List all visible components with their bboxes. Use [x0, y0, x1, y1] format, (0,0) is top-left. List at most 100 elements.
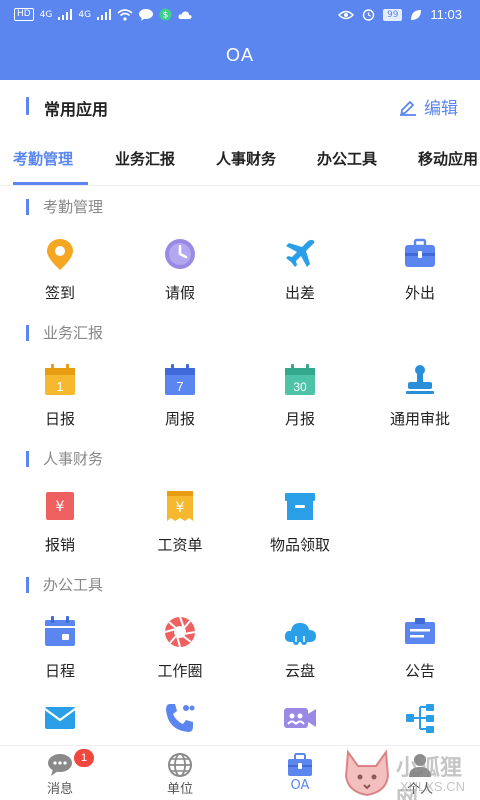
app-label: 通用审批 [389, 410, 450, 428]
cloud-icon [284, 623, 316, 645]
calendar-number: 7 [176, 379, 183, 394]
tab-business-report[interactable]: 业务汇报 [115, 148, 175, 169]
signal-1-label: 4G [39, 9, 53, 20]
watermark: 小狐狸网 XHLXS.CN [340, 748, 480, 800]
app-video-meeting[interactable] [240, 700, 360, 740]
app-phone-contacts[interactable] [120, 700, 240, 740]
app-cloud-drive[interactable]: 云盘 [240, 614, 360, 694]
globe-icon [168, 753, 192, 777]
app-notification-icon: $ [159, 8, 172, 21]
calendar-1-icon: 1 [45, 364, 75, 395]
status-bar: HD 4G 4G $ 99 11:03 [0, 0, 480, 30]
airplane-icon [286, 239, 315, 267]
wifi-icon [117, 8, 133, 21]
signal-icon [58, 9, 73, 20]
eye-icon [337, 10, 354, 19]
edit-button[interactable]: 编辑 [398, 94, 458, 119]
video-meeting-icon [284, 708, 316, 728]
nav-label: 单位 [166, 782, 193, 797]
tab-hr-finance[interactable]: 人事财务 [216, 148, 276, 169]
message-icon [139, 8, 154, 21]
yuan-symbol: ¥ [176, 500, 185, 516]
section-accent [26, 451, 29, 467]
mail-icon [44, 707, 76, 729]
watermark-subtext: XHLXS.CN [400, 779, 466, 794]
reimburse-icon: ¥ [46, 492, 74, 520]
battery-indicator: 99 [382, 8, 403, 21]
section-accent [26, 325, 29, 341]
app-monthly-report[interactable]: 30 月报 [240, 362, 360, 442]
svg-text:$: $ [163, 11, 169, 21]
clock: 11:03 [430, 7, 462, 22]
nav-organization[interactable]: 单位 [120, 746, 240, 800]
location-pin-icon [47, 239, 73, 270]
app-check-in[interactable]: 签到 [0, 236, 120, 316]
section-header-business-report: 业务汇报 [0, 322, 480, 346]
calendar-number: 1 [56, 379, 63, 394]
tab-attendance[interactable]: 考勤管理 [13, 148, 73, 169]
section-header-office-tools: 办公工具 [0, 574, 480, 598]
section-title: 人事财务 [43, 450, 104, 468]
app-notice[interactable]: 公告 [360, 614, 480, 694]
app-work-circle[interactable]: 工作圈 [120, 614, 240, 694]
app-mail[interactable] [0, 700, 120, 740]
section-header-hr-finance: 人事财务 [0, 448, 480, 472]
org-chart-icon [406, 704, 434, 733]
box-icon [285, 493, 315, 520]
edit-label: 编辑 [424, 99, 458, 119]
section-accent [26, 577, 29, 593]
app-payslip[interactable]: ¥ 工资单 [120, 488, 240, 568]
app-org-chart[interactable] [360, 700, 480, 740]
section-title: 考勤管理 [43, 198, 104, 216]
app-label: 外出 [404, 284, 435, 302]
phone-contacts-icon [166, 704, 195, 732]
pencil-icon [400, 100, 416, 116]
signal-2-label: 4G [78, 9, 92, 20]
common-apps-header: 常用应用 编辑 [0, 86, 480, 128]
app-schedule[interactable]: 日程 [0, 614, 120, 694]
leaf-icon [411, 9, 422, 20]
signal-icon [97, 9, 112, 20]
section-title: 业务汇报 [43, 324, 104, 342]
alarm-icon [362, 9, 375, 21]
nav-messages[interactable]: 1 消息 [0, 746, 120, 800]
category-tabs: 考勤管理 业务汇报 人事财务 办公工具 移动应用 [0, 140, 480, 186]
app-label: 工作圈 [157, 662, 203, 680]
divider [0, 185, 480, 186]
schedule-icon [45, 616, 75, 646]
app-leave[interactable]: 请假 [120, 236, 240, 316]
cloud-status-icon [178, 10, 192, 19]
app-general-approval[interactable]: 通用审批 [360, 362, 480, 442]
oa-briefcase-icon [288, 753, 312, 776]
app-label: 请假 [164, 284, 195, 302]
app-label: 月报 [284, 410, 315, 428]
tab-office-tools[interactable]: 办公工具 [317, 148, 377, 169]
hd-indicator: HD [14, 8, 34, 21]
section-title: 办公工具 [43, 576, 104, 594]
app-header: OA [0, 30, 480, 80]
app-business-trip[interactable]: 出差 [240, 236, 360, 316]
briefcase-icon [405, 238, 435, 267]
tab-mobile-apps[interactable]: 移动应用 [418, 148, 478, 169]
app-go-out[interactable]: 外出 [360, 236, 480, 316]
app-label: 公告 [404, 662, 435, 680]
chat-icon [48, 754, 72, 776]
app-label: 出差 [284, 284, 315, 302]
calendar-7-icon: 7 [165, 364, 195, 395]
notice-icon [405, 618, 435, 644]
app-reimbursement[interactable]: ¥ 报销 [0, 488, 120, 568]
app-label: 报销 [44, 536, 75, 554]
section-accent [26, 97, 29, 115]
clock-icon [165, 239, 195, 269]
page-title: OA [225, 45, 254, 65]
nav-label: 消息 [46, 782, 73, 797]
app-weekly-report[interactable]: 7 周报 [120, 362, 240, 442]
app-item-collection[interactable]: 物品领取 [240, 488, 360, 568]
aperture-icon [164, 616, 196, 648]
fox-logo-icon [344, 749, 390, 797]
app-label: 工资单 [157, 536, 203, 554]
app-daily-report[interactable]: 1 日报 [0, 362, 120, 442]
yuan-symbol: ¥ [56, 499, 65, 515]
app-label: 日程 [44, 662, 75, 680]
calendar-number: 30 [293, 380, 307, 394]
